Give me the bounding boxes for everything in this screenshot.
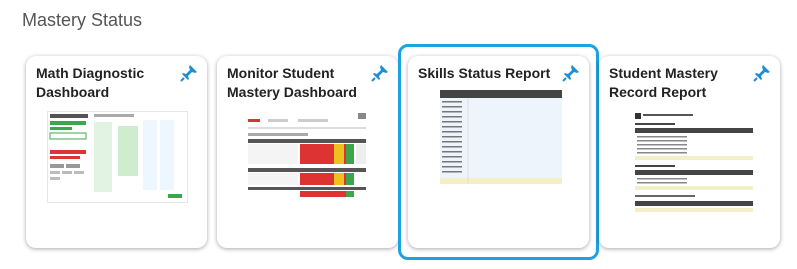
pin-icon[interactable] <box>179 63 199 83</box>
selected-card-highlight <box>398 44 599 260</box>
card-math-diagnostic-dashboard[interactable]: Math Diagnostic Dashboard <box>26 56 207 248</box>
card-title: Math Diagnostic Dashboard <box>36 65 145 100</box>
thumbnail-monitor-mastery <box>238 111 377 201</box>
report-cards: Math Diagnostic Dashboard Monitor Studen… <box>0 0 797 269</box>
thumbnail-student-record <box>633 111 755 221</box>
pin-icon[interactable] <box>370 63 390 83</box>
pin-icon[interactable] <box>752 63 772 83</box>
card-title: Student Mastery Record Report <box>609 65 718 100</box>
thumbnail-math-diagnostic <box>47 111 188 203</box>
card-title: Monitor Student Mastery Dashboard <box>227 65 357 100</box>
card-monitor-student-mastery-dashboard[interactable]: Monitor Student Mastery Dashboard <box>217 56 398 248</box>
card-student-mastery-record-report[interactable]: Student Mastery Record Report <box>599 56 780 248</box>
